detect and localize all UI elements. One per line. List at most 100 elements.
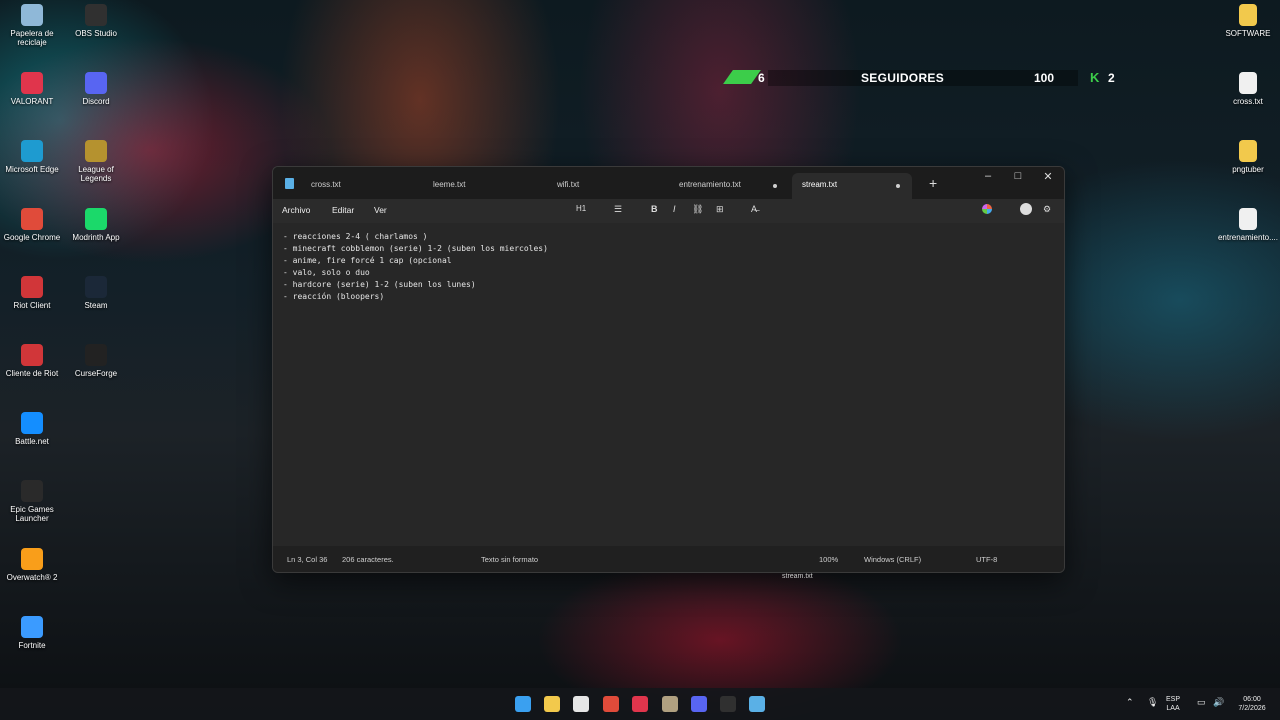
modrinth-icon	[85, 208, 107, 230]
riot-icon	[21, 344, 43, 366]
desktop-icon[interactable]: cross.txt	[1216, 72, 1280, 106]
menu-ver[interactable]: Ver	[374, 205, 387, 215]
link-button[interactable]: ⛓	[692, 204, 703, 215]
clock[interactable]: 06:00 7/2/2026	[1232, 695, 1272, 713]
desktop-icon[interactable]: OBS Studio	[64, 4, 128, 38]
desktop-icon[interactable]: Discord	[64, 72, 128, 106]
table-button[interactable]: ⊞	[716, 204, 724, 215]
file-explorer-icon[interactable]	[544, 696, 560, 712]
chrome-icon[interactable]	[603, 696, 619, 712]
desktop-icon-label: Fortnite	[18, 641, 46, 650]
desktop-icon[interactable]: VALORANT	[0, 72, 64, 106]
notepad-icon[interactable]	[749, 696, 765, 712]
italic-button[interactable]: I	[673, 204, 676, 214]
valorant-icon	[21, 72, 43, 94]
new-tab-button[interactable]: +	[929, 175, 937, 191]
desktop-icon-label: Riot Client	[13, 301, 51, 310]
overwatch-icon	[21, 548, 43, 570]
windows-start-icon[interactable]	[515, 696, 531, 712]
notepad-window: cross.txt leeme.txt wifi.txt entrenamien…	[272, 166, 1065, 573]
desktop-icon[interactable]: League of Legends	[64, 140, 128, 183]
text-editor[interactable]: - reacciones 2-4 ( charlamos ) - minecra…	[273, 223, 1064, 548]
follower-goal-overlay: 6 SEGUIDORES 100 K 2	[723, 68, 1128, 88]
encoding[interactable]: UTF-8	[976, 555, 997, 564]
desktop-icon-label: CurseForge	[74, 369, 118, 378]
language-indicator[interactable]: ESP LAA	[1166, 695, 1180, 713]
overlay-progress-slash	[723, 70, 761, 84]
desktop-icon-label: Modrinth App	[72, 233, 120, 242]
app-icon[interactable]	[662, 696, 678, 712]
desktop-icon-label: Steam	[84, 301, 108, 310]
desktop-icon[interactable]: Steam	[64, 276, 128, 310]
desktop-icon[interactable]: Papelera de reciclaje	[0, 4, 64, 47]
desktop-icon[interactable]: Modrinth App	[64, 208, 128, 242]
format-mode[interactable]: Texto sin formato	[481, 555, 538, 564]
recycle-bin-icon	[21, 4, 43, 26]
chevron-up-icon[interactable]: ⌃	[1126, 698, 1134, 707]
desktop-icon[interactable]: Fortnite	[0, 616, 64, 650]
taskbar: ⌃ 🎙 ESP LAA ▭ 🔊 06:00 7/2/2026	[0, 688, 1280, 720]
valorant-icon[interactable]	[632, 696, 648, 712]
notepad-icon	[285, 178, 294, 189]
minimize-button[interactable]: –	[973, 170, 1003, 182]
status-bar: Ln 3, Col 36 206 caracteres. Texto sin f…	[273, 546, 1064, 572]
desktop-icon[interactable]: Epic Games Launcher	[0, 480, 64, 523]
text-file-icon	[1239, 72, 1257, 94]
maximize-button[interactable]: □	[1003, 170, 1033, 182]
editor-line: - minecraft cobblemon (serie) 1-2 (suben…	[283, 244, 548, 253]
desktop-icon-label: Overwatch® 2	[6, 573, 58, 582]
tab-cross[interactable]: cross.txt	[301, 173, 421, 199]
zoom-level[interactable]: 100%	[819, 555, 838, 564]
editor-line: - hardcore (serie) 1-2 (suben los lunes)	[283, 280, 476, 289]
close-button[interactable]: ✕	[1033, 170, 1063, 183]
tab-stream[interactable]: stream.txt	[792, 173, 912, 199]
curseforge-icon	[85, 344, 107, 366]
desktop-icon[interactable]: SOFTWARE	[1216, 4, 1280, 38]
folder-icon	[1239, 140, 1257, 162]
editor-line: - anime, fire forcé 1 cap (opcional	[283, 256, 452, 265]
copilot-icon[interactable]	[982, 204, 992, 214]
discord-icon	[85, 72, 107, 94]
desktop-icon[interactable]: Riot Client	[0, 276, 64, 310]
editor-line: - reacción (bloopers)	[283, 292, 385, 301]
desktop-icon[interactable]: Microsoft Edge	[0, 140, 64, 174]
clear-format-button[interactable]: A̶	[751, 204, 757, 214]
desktop-icon-label: SOFTWARE	[1225, 29, 1271, 38]
menu-archivo[interactable]: Archivo	[282, 205, 310, 215]
settings-gear-icon[interactable]: ⚙	[1043, 204, 1051, 215]
discord-icon[interactable]	[691, 696, 707, 712]
follower-goal: 100	[1034, 71, 1055, 85]
network-icon[interactable]: ▭	[1197, 698, 1206, 707]
desktop-icon[interactable]: CurseForge	[64, 344, 128, 378]
microsoft-store-icon[interactable]	[573, 696, 589, 712]
list-button[interactable]: ☰	[614, 204, 622, 215]
account-avatar[interactable]	[1020, 203, 1032, 215]
steam-icon	[85, 276, 107, 298]
cursor-position: Ln 3, Col 36	[287, 555, 328, 564]
bold-button[interactable]: B	[651, 204, 658, 214]
desktop-icon[interactable]: pngtuber	[1216, 140, 1280, 174]
desktop-icon[interactable]: entrenamiento....	[1216, 208, 1280, 242]
unsaved-dot-icon	[773, 184, 777, 188]
menu-editar[interactable]: Editar	[332, 205, 354, 215]
folder-icon	[1239, 4, 1257, 26]
tab-bar: cross.txt leeme.txt wifi.txt entrenamien…	[273, 167, 1064, 199]
obs-icon[interactable]	[720, 696, 736, 712]
desktop-icon-label: VALORANT	[10, 97, 54, 106]
desktop-icon-label: League of Legends	[78, 165, 114, 183]
desktop-icon-label: Discord	[82, 97, 110, 106]
volume-icon[interactable]: 🔊	[1213, 698, 1224, 707]
line-ending[interactable]: Windows (CRLF)	[864, 555, 921, 564]
desktop-icon-label: entrenamiento....	[1217, 233, 1279, 242]
desktop-icon-label: pngtuber	[1232, 165, 1264, 174]
tab-wifi[interactable]: wifi.txt	[547, 173, 667, 199]
tab-leeme[interactable]: leeme.txt	[423, 173, 543, 199]
microphone-icon[interactable]: 🎙	[1147, 698, 1158, 707]
desktop-icon[interactable]: Battle.net	[0, 412, 64, 446]
desktop-icon[interactable]: Cliente de Riot	[0, 344, 64, 378]
tab-entrenamiento[interactable]: entrenamiento.txt	[669, 173, 789, 199]
desktop-icon[interactable]: Overwatch® 2	[0, 548, 64, 582]
desktop-icon[interactable]: Google Chrome	[0, 208, 64, 242]
obs-icon	[85, 4, 107, 26]
heading-button[interactable]: H1	[576, 204, 586, 213]
